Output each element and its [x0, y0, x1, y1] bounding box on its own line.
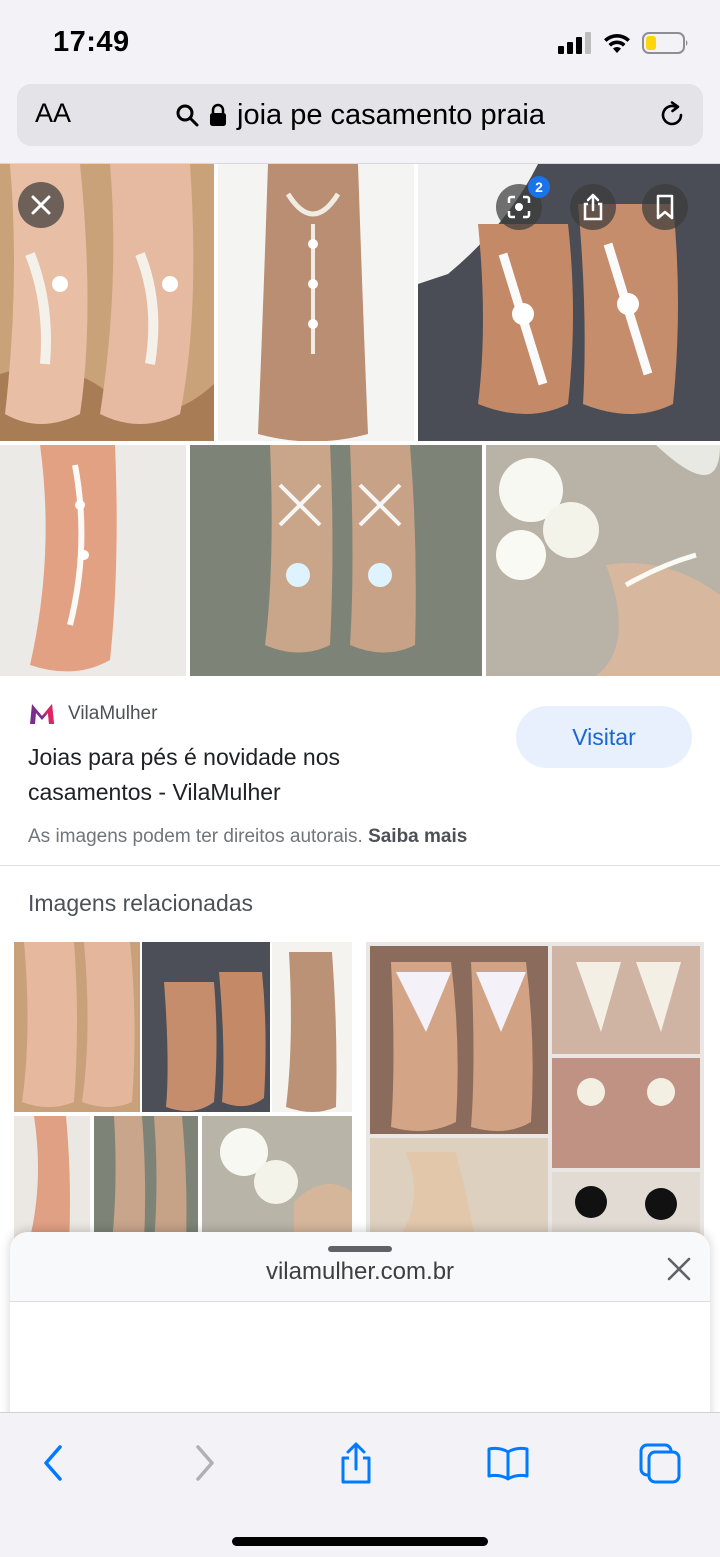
share-button[interactable]: [570, 184, 616, 230]
bookmark-icon: [656, 194, 674, 220]
status-time: 17:49: [53, 26, 130, 58]
related-image[interactable]: [366, 942, 704, 1242]
share-icon: [583, 193, 603, 221]
browser-bar: AA joia pe casamento praia: [0, 80, 720, 164]
reload-icon[interactable]: [657, 100, 687, 130]
collage-photo: [218, 164, 414, 441]
forward-button[interactable]: [180, 1439, 228, 1487]
status-icons: [558, 30, 690, 56]
sheet-header[interactable]: vilamulher.com.br: [10, 1232, 710, 1302]
search-icon: [176, 104, 199, 127]
bookmarks-button[interactable]: [484, 1439, 532, 1487]
sheet-drag-handle[interactable]: [328, 1246, 392, 1252]
share-button[interactable]: [332, 1439, 380, 1487]
signal-icon: [558, 32, 591, 54]
close-icon: [31, 195, 51, 215]
source-row[interactable]: VilaMulher: [28, 702, 157, 726]
battery-icon: [642, 32, 688, 54]
back-button[interactable]: [30, 1439, 78, 1487]
share-icon: [341, 1442, 371, 1484]
result-title[interactable]: Joias para pés é novidade nos casamentos…: [28, 740, 448, 810]
url-text: joia pe casamento praia: [237, 98, 545, 131]
wifi-icon: [604, 33, 630, 53]
tabs-button[interactable]: [636, 1439, 684, 1487]
preview-sheet: vilamulher.com.br: [10, 1232, 710, 1432]
lens-button[interactable]: 2: [496, 176, 550, 230]
result-info: VilaMulher Joias para pés é novidade nos…: [0, 676, 720, 866]
sheet-domain: vilamulher.com.br: [265, 1258, 455, 1285]
vilamulher-logo-icon: [30, 704, 54, 724]
lens-icon: [507, 195, 531, 219]
related-image[interactable]: [14, 942, 352, 1242]
copyright-text: As imagens podem ter direitos autorais.: [28, 826, 363, 847]
collage-photo: [486, 445, 720, 676]
book-icon: [487, 1446, 529, 1481]
copyright-notice: As imagens podem ter direitos autorais. …: [28, 826, 467, 848]
url-center: joia pe casamento praia: [17, 84, 703, 146]
collage-photo: [0, 445, 186, 676]
collage-photo: [190, 445, 482, 676]
hero-image[interactable]: 2: [0, 164, 720, 676]
related-heading: Imagens relacionadas: [28, 890, 254, 916]
close-icon[interactable]: [666, 1256, 692, 1282]
learn-more-link[interactable]: Saiba mais: [368, 826, 467, 847]
visit-button[interactable]: Visitar: [516, 706, 692, 768]
status-bar: 17:49: [0, 0, 720, 80]
lock-icon: [210, 103, 227, 126]
lens-badge: 2: [528, 176, 550, 198]
forward-icon: [196, 1445, 214, 1481]
url-field[interactable]: AA joia pe casamento praia: [17, 84, 703, 146]
back-icon: [44, 1445, 62, 1481]
source-name: VilaMulher: [68, 703, 158, 724]
tabs-icon: [639, 1443, 681, 1484]
close-button[interactable]: [18, 182, 64, 228]
save-button[interactable]: [642, 184, 688, 230]
home-indicator: [232, 1537, 488, 1546]
browser-toolbar: [0, 1412, 720, 1557]
